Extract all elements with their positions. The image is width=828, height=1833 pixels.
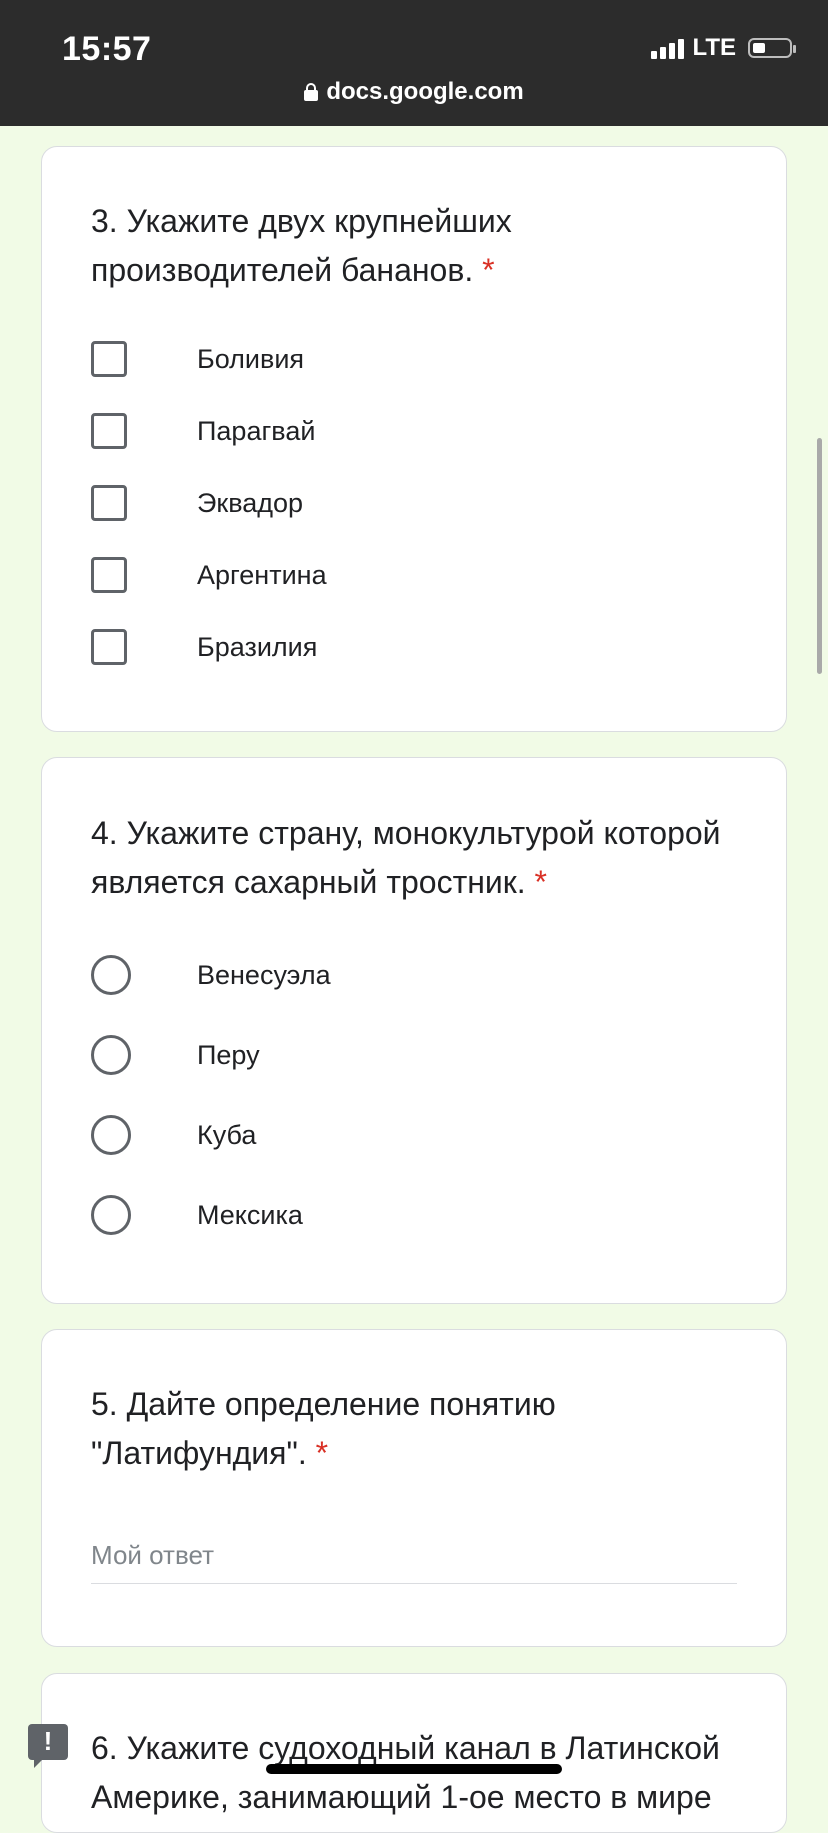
radio-option-mexico[interactable]: Мексика [91, 1195, 303, 1235]
option-label: Эквадор [197, 487, 304, 518]
question-title: 3. Укажите двух крупнейших производителе… [91, 197, 731, 295]
required-asterisk: * [534, 864, 547, 900]
battery-level [753, 43, 765, 53]
checkbox[interactable] [91, 413, 127, 449]
radio-button[interactable] [91, 1195, 131, 1235]
radio-button[interactable] [91, 955, 131, 995]
question-card-3: 3. Укажите двух крупнейших производителе… [41, 146, 787, 732]
option-label: Бразилия [197, 631, 318, 662]
home-indicator[interactable] [266, 1764, 562, 1774]
required-asterisk: * [315, 1435, 329, 1471]
short-answer-field[interactable]: Мой ответ [91, 1540, 737, 1584]
status-indicators: LTE [651, 34, 796, 62]
answer-underline [91, 1583, 737, 1584]
checkbox-option-bolivia[interactable]: Боливия [91, 339, 304, 379]
checkbox[interactable] [91, 557, 127, 593]
option-label: Куба [197, 1119, 257, 1150]
checkbox[interactable] [91, 629, 127, 665]
scrollbar[interactable] [817, 438, 822, 674]
signal-icon [651, 37, 685, 59]
url-text: docs.google.com [326, 78, 524, 105]
radio-option-cuba[interactable]: Куба [91, 1115, 256, 1155]
checkbox-option-argentina[interactable]: Аргентина [91, 555, 327, 595]
question-card-6: 6. Укажите судоходный канал в Латинской … [41, 1673, 787, 1833]
option-label: Мексика [197, 1199, 303, 1230]
question-title: 4. Укажите страну, монокультурой которой… [91, 809, 731, 907]
radio-button[interactable] [91, 1115, 131, 1155]
status-bar: 15:57 LTE docs.google.com [0, 0, 828, 126]
option-label: Боливия [197, 343, 305, 374]
radio-button[interactable] [91, 1035, 131, 1075]
network-type: LTE [692, 34, 736, 61]
report-problem-icon[interactable]: ! [28, 1724, 68, 1768]
question-title: 5. Дайте определение понятию "Латифундия… [91, 1380, 731, 1478]
answer-placeholder[interactable]: Мой ответ [91, 1540, 737, 1571]
option-label: Перу [197, 1039, 260, 1070]
status-time: 15:57 [62, 30, 152, 68]
question-text: 4. Укажите страну, монокультурой которой… [91, 815, 721, 900]
option-label: Аргентина [197, 559, 327, 590]
checkbox-option-ecuador[interactable]: Эквадор [91, 483, 303, 523]
option-label: Венесуэла [197, 959, 331, 990]
radio-option-venezuela[interactable]: Венесуэла [91, 955, 331, 995]
address-bar[interactable]: docs.google.com [0, 78, 828, 106]
checkbox-option-paraguay[interactable]: Парагвай [91, 411, 315, 451]
required-asterisk: * [482, 252, 495, 288]
question-card-5: 5. Дайте определение понятию "Латифундия… [41, 1329, 787, 1647]
checkbox[interactable] [91, 485, 127, 521]
question-text: 3. Укажите двух крупнейших производителе… [91, 203, 512, 288]
lock-icon [304, 83, 319, 101]
checkbox[interactable] [91, 341, 127, 377]
radio-option-peru[interactable]: Перу [91, 1035, 260, 1075]
battery-icon [748, 38, 796, 58]
question-card-4: 4. Укажите страну, монокультурой которой… [41, 757, 787, 1304]
option-label: Парагвай [197, 415, 316, 446]
checkbox-option-brazil[interactable]: Бразилия [91, 627, 317, 667]
